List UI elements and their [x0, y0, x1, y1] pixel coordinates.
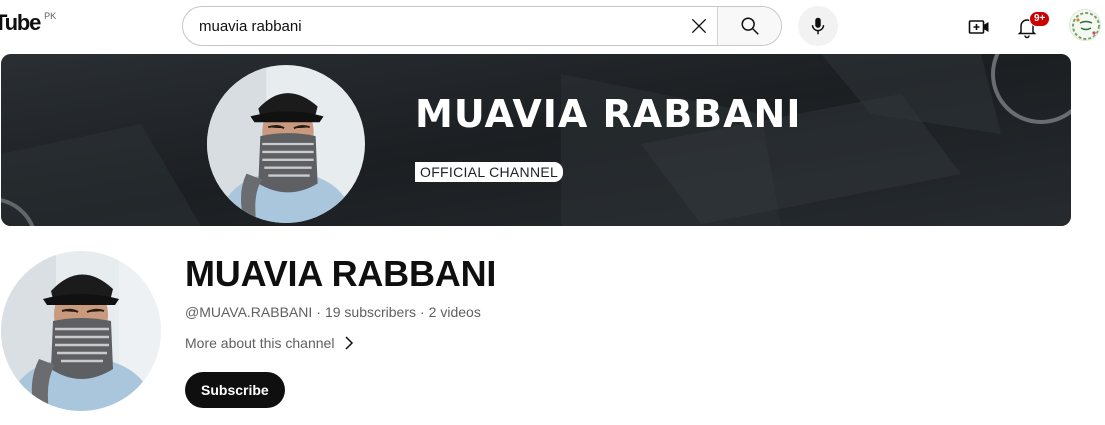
- account-avatar[interactable]: [1069, 9, 1101, 41]
- meta-separator: ·: [420, 304, 425, 320]
- search-input[interactable]: [183, 7, 681, 45]
- video-count: 2 videos: [428, 304, 481, 320]
- banner-title: MUAVIA RABBANI: [415, 92, 802, 136]
- search-icon: [740, 17, 759, 35]
- create-button[interactable]: [962, 10, 996, 44]
- subscriber-count: 19 subscribers: [324, 304, 416, 320]
- clear-search-button[interactable]: [681, 7, 717, 45]
- search-button[interactable]: [717, 7, 781, 45]
- search-bar: [182, 6, 782, 46]
- person-photo-icon: [207, 65, 365, 223]
- close-icon: [691, 18, 707, 34]
- more-about-channel-link[interactable]: More about this channel: [185, 335, 355, 351]
- voice-search-button[interactable]: [798, 6, 838, 46]
- video-add-icon: [968, 20, 989, 34]
- channel-banner: MUAVIA RABBANI OFFICIAL CHANNEL: [1, 54, 1071, 226]
- mic-icon: [811, 17, 825, 35]
- notification-count-badge: 9+: [1029, 11, 1051, 27]
- region-code: PK: [44, 11, 57, 21]
- channel-handle: @MUAVA.RABBANI: [185, 304, 313, 320]
- channel-avatar-photo: [1, 251, 161, 411]
- channel-meta: @MUAVA.RABBANI · 19 subscribers · 2 videos: [185, 304, 481, 320]
- account-logo-icon: [1072, 12, 1100, 40]
- channel-avatar[interactable]: [1, 251, 161, 411]
- more-about-label: More about this channel: [185, 335, 335, 351]
- banner-profile-photo: [207, 65, 365, 223]
- chevron-right-icon: [345, 336, 354, 350]
- logo-text: Tube: [0, 10, 41, 35]
- subscribe-button[interactable]: Subscribe: [185, 372, 285, 408]
- banner-background: [1, 54, 1071, 226]
- youtube-logo[interactable]: Tube PK: [0, 8, 56, 38]
- banner-tagline: OFFICIAL CHANNEL: [415, 162, 564, 182]
- channel-name: MUAVIA RABBANI: [185, 253, 497, 294]
- meta-separator: ·: [316, 304, 321, 320]
- youtube-channel-page: Tube PK: [0, 0, 1105, 425]
